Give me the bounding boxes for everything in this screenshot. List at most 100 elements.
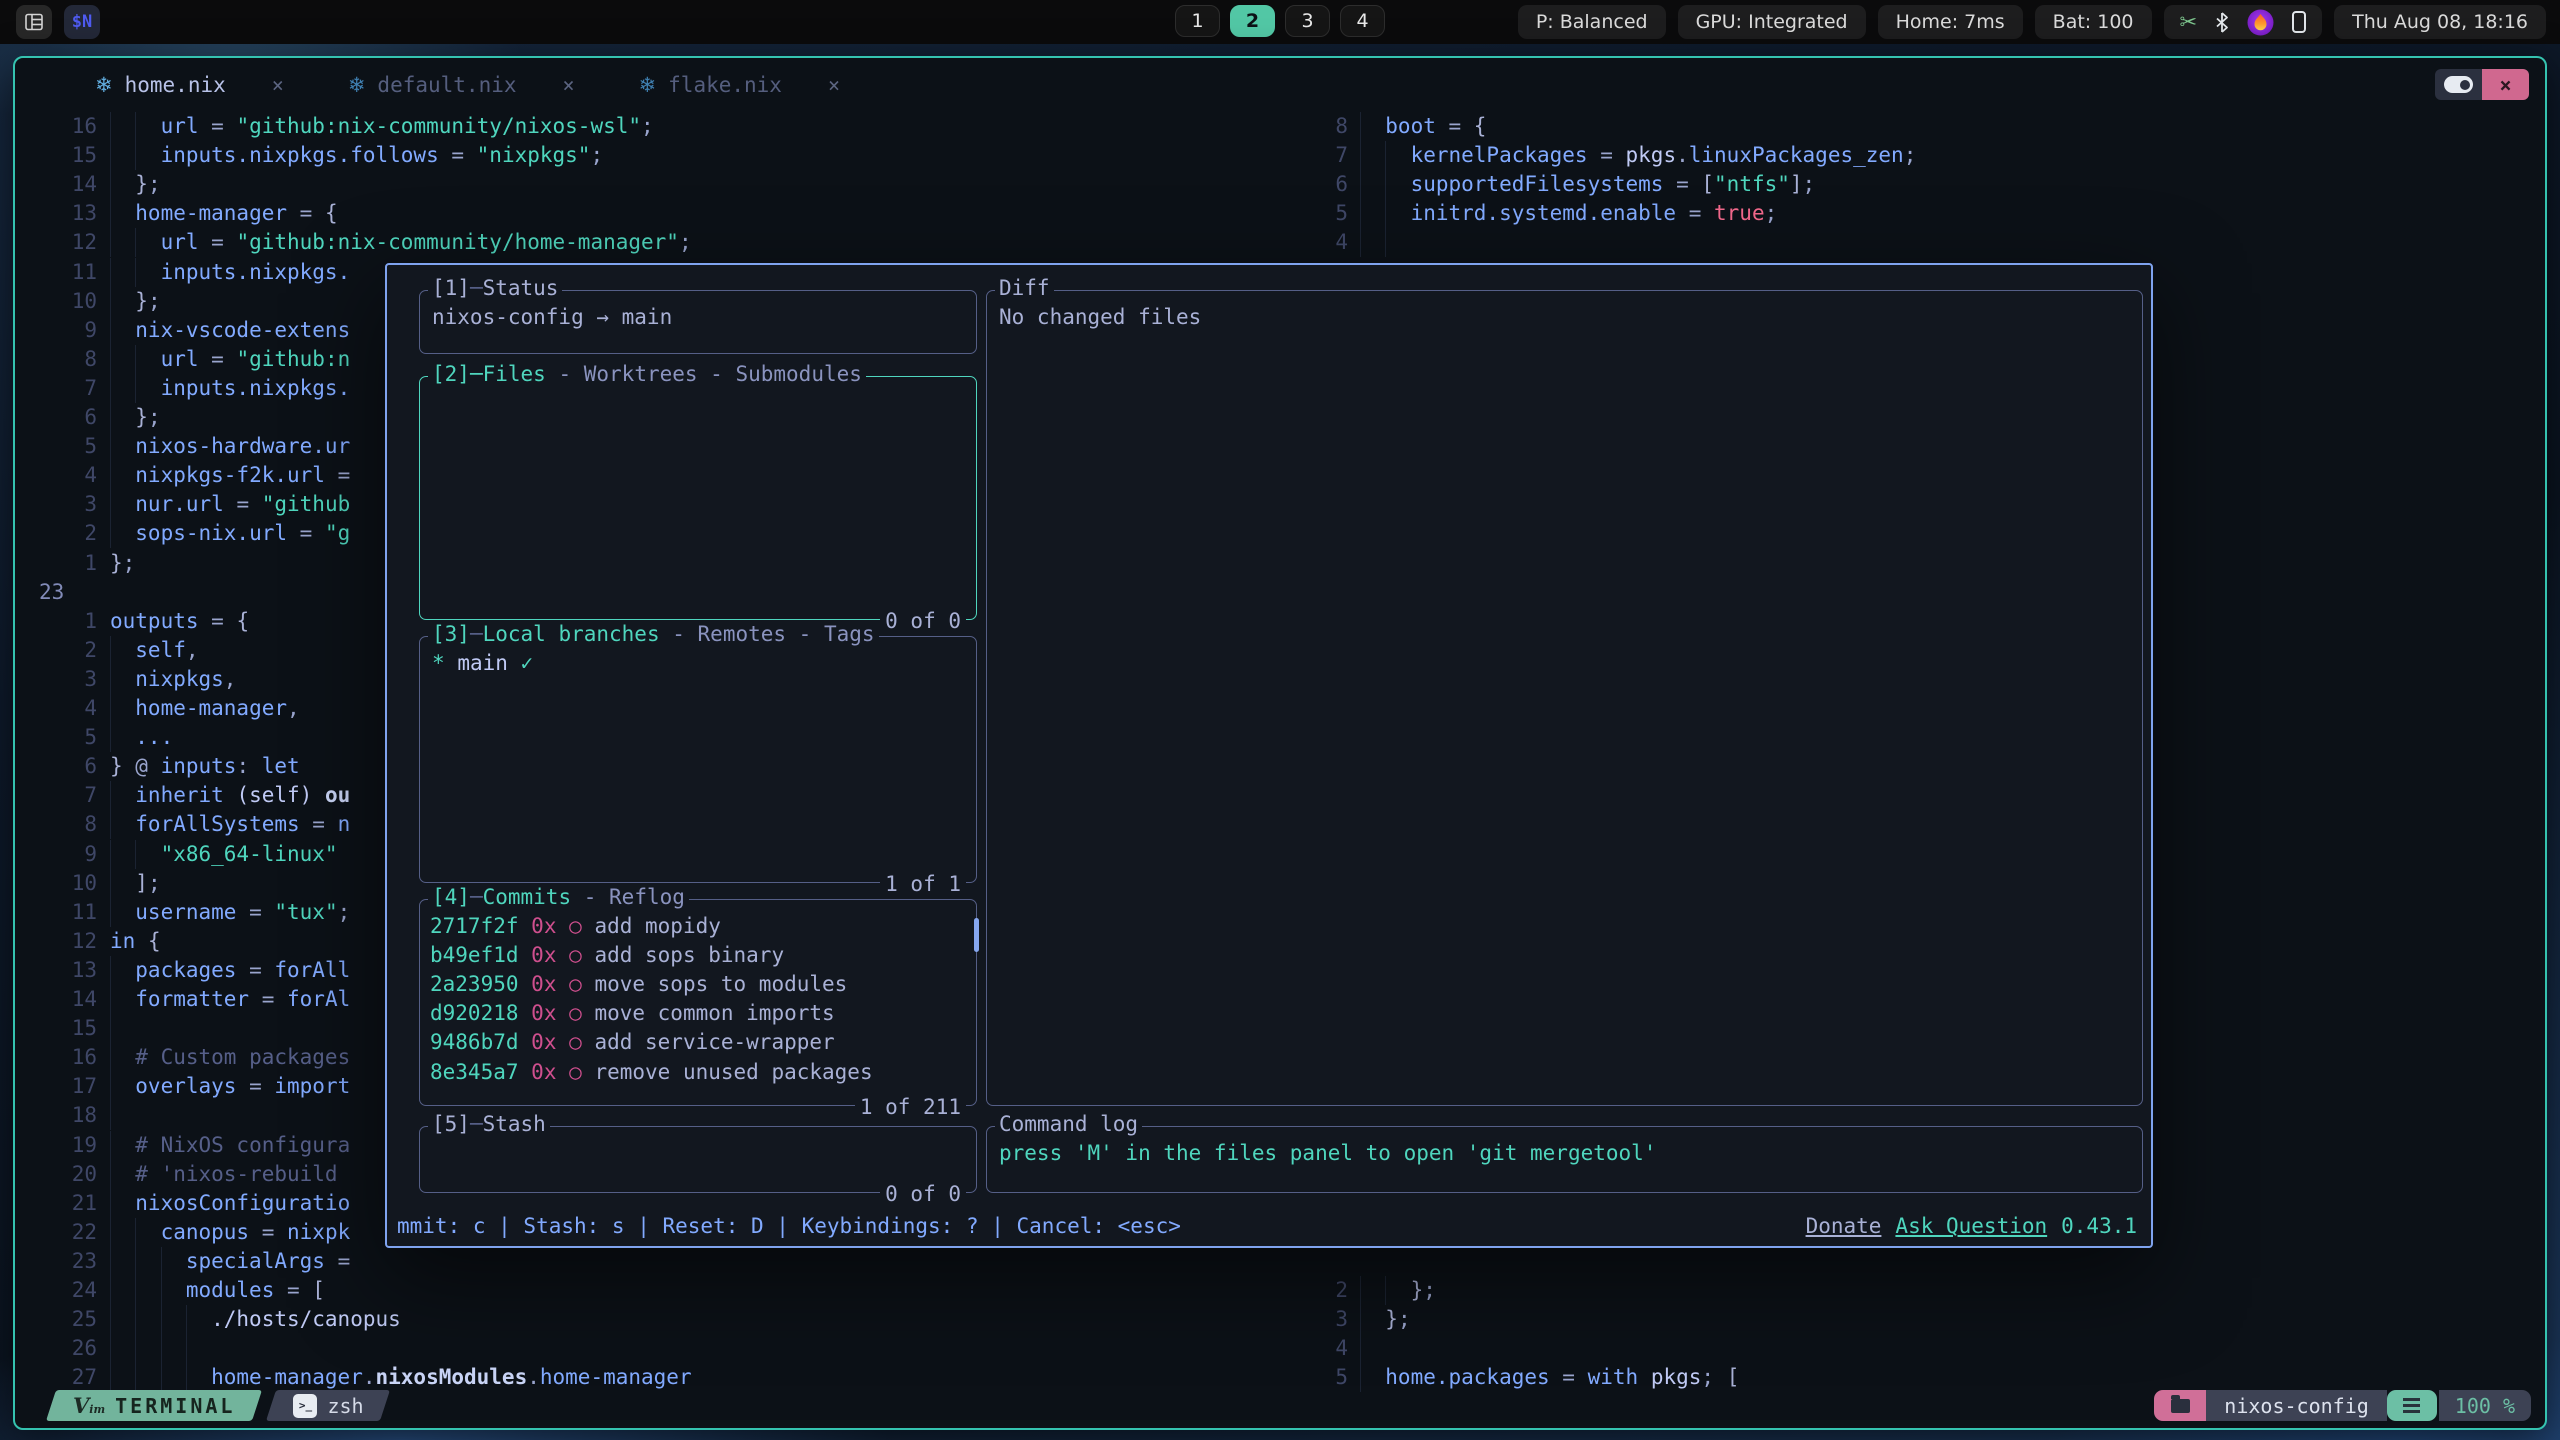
commit-bullet-icon: ○	[569, 1060, 582, 1084]
commit-flag: 0x	[531, 914, 556, 938]
indent-guide	[135, 840, 160, 869]
code-line[interactable]: 4	[15, 1334, 2545, 1363]
code-line[interactable]: 6supportedFilesystems = ["ntfs"];	[15, 170, 2545, 199]
indent-guide	[110, 490, 135, 519]
mode-segment: Vim TERMINAL	[51, 1390, 257, 1421]
code-text: };	[110, 287, 161, 316]
tab-default-nix[interactable]: ❄ default.nix ×	[348, 73, 575, 97]
lazygit-status-panel[interactable]: [1]─Status nixos-config → main	[419, 290, 977, 354]
commit-row[interactable]: 2a23950 0x ○ move sops to modules	[430, 970, 964, 999]
code-text: inputs.nixpkgs.	[110, 374, 350, 403]
code-text: nixpkgs-f2k.url =	[110, 461, 350, 490]
editor-tab-bar: ❄ home.nix × ❄ default.nix × ❄ flake.nix…	[15, 58, 2545, 112]
power-profile-pill: P: Balanced	[1518, 5, 1666, 39]
indent-guide	[110, 1101, 135, 1130]
code-text: "x86_64-linux"	[110, 840, 338, 869]
indent-guide	[110, 1014, 135, 1043]
launcher-button[interactable]	[16, 5, 52, 39]
workspace-button-2[interactable]: 2	[1230, 5, 1275, 37]
code-text: nixpkgs,	[110, 665, 236, 694]
commit-flag: 0x	[531, 1030, 556, 1054]
line-number: 8	[35, 345, 97, 374]
firewall-flame-icon[interactable]	[2247, 9, 2274, 36]
code-line[interactable]: 5initrd.systemd.enable = true;	[15, 199, 2545, 228]
lazygit-files-panel[interactable]: [2]─Files - Worktrees - Submodules 0 of …	[419, 376, 977, 620]
workspace-button-4[interactable]: 4	[1340, 5, 1385, 37]
indent-guide	[1360, 228, 1385, 257]
indent-guide	[110, 1247, 135, 1276]
code-text: # Custom packages	[110, 1043, 350, 1072]
lazygit-branches-panel[interactable]: [3]─Local branches - Remotes - Tags * ma…	[419, 636, 977, 883]
lazygit-stash-panel[interactable]: [5]─Stash 0 of 0	[419, 1126, 977, 1193]
vim-logo-icon: Vim	[73, 1393, 105, 1418]
mode-label: TERMINAL	[115, 1394, 235, 1418]
indent-guide	[1360, 112, 1385, 141]
close-icon: ×	[2499, 73, 2511, 97]
line-number: 19	[35, 1131, 97, 1160]
phone-icon[interactable]	[2292, 11, 2306, 33]
current-branch-marker: *	[432, 651, 445, 675]
indent-guide	[110, 403, 135, 432]
indent-guide	[110, 956, 135, 985]
commit-row[interactable]: 9486b7d 0x ○ add service-wrapper	[430, 1028, 964, 1057]
commit-row[interactable]: 2717f2f 0x ○ add mopidy	[430, 912, 964, 941]
lazygit-command-log-panel[interactable]: Command log press 'M' in the files panel…	[986, 1126, 2143, 1193]
tab-close-icon[interactable]: ×	[828, 73, 840, 97]
lazygit-diff-panel[interactable]: Diff No changed files	[986, 290, 2143, 1106]
lazygit-commits-panel[interactable]: [4]─Commits - Reflog 2717f2f 0x ○ add mo…	[419, 899, 977, 1106]
bluetooth-icon[interactable]	[2215, 12, 2229, 33]
lazygit-version: 0.43.1	[2061, 1214, 2137, 1238]
gpu-pill: GPU: Integrated	[1678, 5, 1866, 39]
indent-guide	[110, 432, 135, 461]
code-line[interactable]: 2};	[15, 1276, 2545, 1305]
commit-row[interactable]: b49ef1d 0x ○ add sops binary	[430, 941, 964, 970]
code-text: overlays = import	[110, 1072, 350, 1101]
clipboard-scissors-icon[interactable]: ✂	[2180, 12, 2198, 33]
workspace-switcher: 1 2 3 4	[1175, 5, 1385, 37]
tab-close-icon[interactable]: ×	[563, 73, 575, 97]
commit-row[interactable]: d920218 0x ○ move common imports	[430, 999, 964, 1028]
code-text: inputs.nixpkgs.	[110, 258, 350, 287]
indent-guide	[110, 898, 135, 927]
commit-hash: 2a23950	[430, 972, 519, 996]
window-close-button[interactable]: ×	[2482, 69, 2529, 100]
code-line[interactable]: 4	[15, 228, 2545, 257]
scroll-percent: 100 %	[2455, 1394, 2515, 1418]
code-text: specialArgs =	[110, 1247, 350, 1276]
code-line[interactable]: 3};	[15, 1305, 2545, 1334]
workspace-button-1[interactable]: 1	[1175, 5, 1220, 37]
indent-guide	[110, 316, 135, 345]
line-number: 8	[35, 810, 97, 839]
panel-title: Command log	[999, 1112, 1138, 1136]
panel-title: Local branches	[483, 622, 660, 646]
tab-close-icon[interactable]: ×	[272, 73, 284, 97]
tab-flake-nix[interactable]: ❄ flake.nix ×	[639, 73, 840, 97]
window-toggle-button[interactable]	[2435, 69, 2482, 100]
tab-home-nix[interactable]: ❄ home.nix ×	[95, 73, 284, 97]
code-line[interactable]: 23specialArgs =	[15, 1247, 2545, 1276]
panel-title: Files	[483, 362, 546, 386]
commit-flag: 0x	[531, 1060, 556, 1084]
donate-link[interactable]: Donate	[1806, 1214, 1882, 1238]
indent-guide	[110, 1160, 135, 1189]
ask-question-link[interactable]: Ask Question	[1895, 1214, 2047, 1238]
indent-guide	[135, 345, 160, 374]
repo-name-segment: nixos-config	[2206, 1390, 2387, 1421]
indent-guide	[110, 636, 135, 665]
folder-segment	[2154, 1390, 2206, 1421]
code-text: sops-nix.url = "g	[110, 519, 350, 548]
branch-row[interactable]: * main ✓	[432, 651, 966, 675]
indent-guide	[110, 1131, 135, 1160]
clock: Thu Aug 08, 18:16	[2334, 5, 2546, 39]
commits-scrollbar[interactable]	[974, 918, 979, 952]
code-text: };	[1360, 1305, 1411, 1334]
nix-shell-badge[interactable]: $N	[64, 5, 100, 39]
repo-name: nixos-config	[2224, 1394, 2369, 1418]
code-line[interactable]: 7kernelPackages = pkgs.linuxPackages_zen…	[15, 141, 2545, 170]
line-number: 21	[35, 1189, 97, 1218]
workspace-button-3[interactable]: 3	[1285, 5, 1330, 37]
indent-guide	[161, 1247, 186, 1276]
line-number: 22	[35, 1218, 97, 1247]
commit-row[interactable]: 8e345a7 0x ○ remove unused packages	[430, 1058, 964, 1087]
code-line[interactable]: 8boot = {	[15, 112, 2545, 141]
